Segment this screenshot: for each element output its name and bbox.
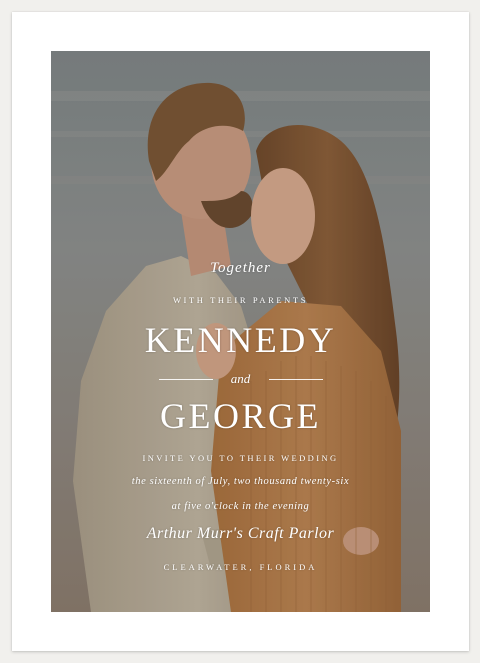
with-parents-text: WITH THEIR PARENTS — [172, 295, 309, 305]
together-text: Together — [210, 260, 271, 276]
first-name: KENNEDY — [144, 320, 337, 360]
and-text: and — [230, 371, 251, 386]
second-name: GEORGE — [160, 396, 321, 436]
invitation-card: Together WITH THEIR PARENTS KENNEDY and … — [12, 12, 469, 651]
divider-line-right — [269, 379, 323, 380]
date-text: the sixteenth of July, two thousand twen… — [131, 476, 350, 487]
couple-photo: Together WITH THEIR PARENTS KENNEDY and … — [51, 51, 430, 612]
invite-text: INVITE YOU TO THEIR WEDDING — [142, 453, 339, 463]
and-divider: and — [51, 371, 430, 389]
time-text: at five o'clock in the evening — [171, 501, 310, 512]
location-text: CLEARWATER, FLORIDA — [163, 562, 318, 572]
invitation-text: Together WITH THEIR PARENTS KENNEDY and … — [51, 51, 430, 612]
venue-text: Arthur Murr's Craft Parlor — [146, 525, 335, 542]
